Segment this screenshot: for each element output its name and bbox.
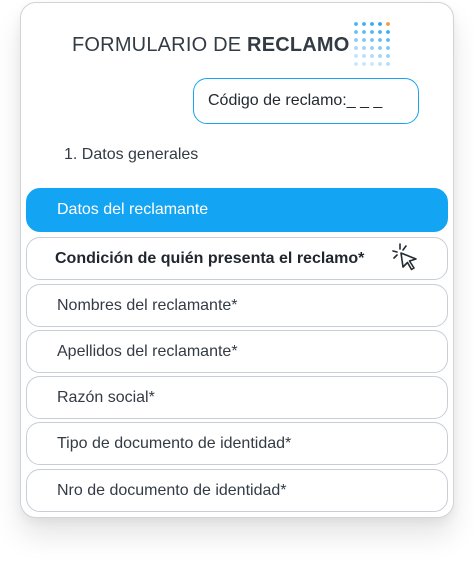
- field-datos-reclamante[interactable]: Datos del reclamante: [26, 188, 448, 232]
- field-razon-social[interactable]: Razón social*: [26, 376, 448, 419]
- field-tipo-documento[interactable]: Tipo de documento de identidad*: [26, 422, 448, 465]
- complaint-code-field[interactable]: Código de reclamo:_ _ _: [193, 78, 419, 124]
- section-label: 1. Datos generales: [64, 146, 199, 163]
- field-condicion-reclamo[interactable]: Condición de quién presenta el reclamo*: [26, 237, 448, 280]
- click-cursor-icon: [390, 242, 422, 274]
- form-title-regular: FORMULARIO DE: [72, 34, 248, 56]
- field-nro-documento[interactable]: Nro de documento de identidad*: [26, 469, 448, 512]
- field-nombres[interactable]: Nombres del reclamante*: [26, 284, 448, 327]
- form-title: FORMULARIO DE RECLAMO: [72, 34, 350, 57]
- dot-grid-icon: [352, 20, 400, 68]
- form-title-bold: RECLAMO: [247, 34, 350, 56]
- field-apellidos[interactable]: Apellidos del reclamante*: [26, 330, 448, 373]
